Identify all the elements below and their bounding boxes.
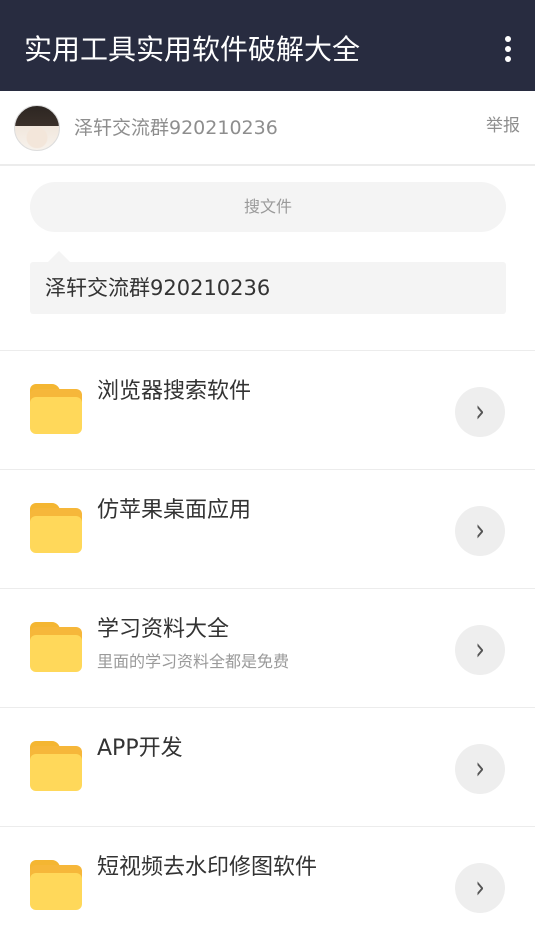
folder-label: 学习资料大全	[97, 617, 230, 642]
folder-row[interactable]: 仿苹果桌面应用 ›	[0, 469, 535, 588]
avatar[interactable]	[14, 105, 60, 151]
folder-icon	[30, 384, 82, 434]
folder-label: 短视频去水印修图软件	[97, 855, 318, 880]
folder-label: APP开发	[97, 736, 183, 761]
folder-icon	[30, 622, 82, 672]
notice-message: 泽轩交流群920210236	[30, 251, 506, 314]
chevron-right-icon[interactable]: ›	[455, 744, 505, 794]
folder-icon	[30, 741, 82, 791]
folder-label: 仿苹果桌面应用	[97, 498, 252, 523]
folder-row[interactable]: APP开发 ›	[0, 707, 535, 826]
search-input[interactable]: 搜文件	[30, 182, 506, 232]
more-vertical-icon[interactable]	[503, 36, 513, 64]
owner-bar: 泽轩交流群920210236 举报	[0, 91, 535, 166]
chevron-right-icon[interactable]: ›	[455, 387, 505, 437]
page-title: 实用工具实用软件破解大全	[24, 33, 361, 66]
folder-label: 浏览器搜索软件	[97, 379, 252, 404]
folder-description: 里面的学习资料全都是免费	[97, 652, 290, 671]
owner-name[interactable]: 泽轩交流群920210236	[74, 115, 278, 141]
chevron-right-icon[interactable]: ›	[455, 625, 505, 675]
app-header: 实用工具实用软件破解大全	[0, 0, 535, 91]
folder-row[interactable]: 短视频去水印修图软件 ›	[0, 826, 535, 945]
folder-icon	[30, 860, 82, 910]
chevron-right-icon[interactable]: ›	[455, 863, 505, 913]
folder-list: 浏览器搜索软件 › 仿苹果桌面应用 › 学习资料大全 里面的学习资料全都是免费 …	[0, 350, 535, 945]
folder-row[interactable]: 学习资料大全 里面的学习资料全都是免费 ›	[0, 588, 535, 707]
report-button[interactable]: 举报	[486, 114, 520, 138]
folder-icon	[30, 503, 82, 553]
chevron-right-icon[interactable]: ›	[455, 506, 505, 556]
folder-row[interactable]: 浏览器搜索软件 ›	[0, 350, 535, 469]
